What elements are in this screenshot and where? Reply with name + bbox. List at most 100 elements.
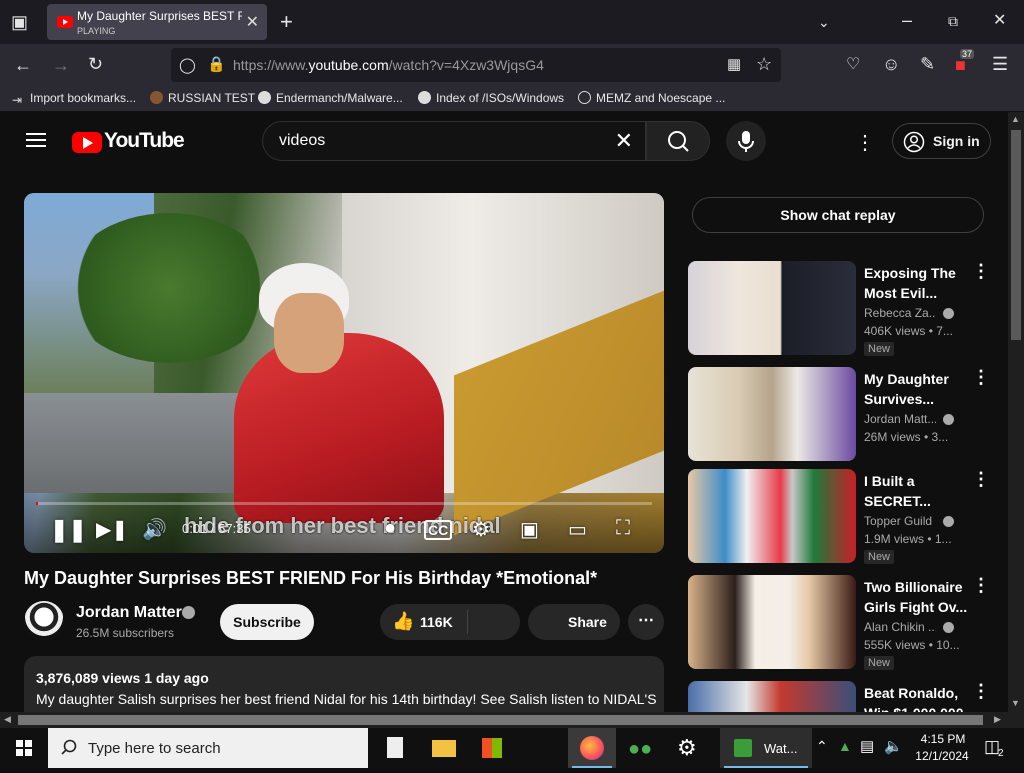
autoplay-toggle-icon[interactable]: ● (384, 517, 396, 540)
taskbar-app-people[interactable]: ●● (616, 728, 664, 768)
list-all-tabs-icon[interactable]: ⌄ (818, 12, 830, 32)
folder-icon (432, 740, 456, 757)
recommendation-item[interactable]: Exposing The Most Evil... Rebecca Za... … (688, 261, 990, 357)
like-count[interactable]: 116K (420, 614, 453, 630)
channel-name[interactable]: Jordan Matter (76, 604, 182, 622)
lock-icon[interactable]: 🔒 (207, 55, 226, 75)
search-input[interactable]: videos ✕ (262, 121, 646, 161)
taskbar-app-firefox[interactable] (568, 728, 616, 768)
taskbar-app-file-explorer[interactable] (420, 728, 468, 768)
new-badge: New (864, 342, 895, 356)
network-icon[interactable]: ▤ (860, 737, 874, 755)
pocket-icon[interactable]: ♡ (846, 55, 860, 75)
menu-hamburger-icon[interactable]: ☰ (992, 54, 1008, 74)
recommendation-title: My Daughter Survives... (864, 371, 949, 407)
scroll-down-icon[interactable]: ▼ (1011, 698, 1020, 708)
bookmark-endermanch[interactable]: Endermanch/Malware... (258, 91, 403, 105)
clear-search-icon[interactable]: ✕ (615, 128, 633, 154)
volume-icon[interactable]: 🔈 (884, 737, 903, 755)
horizontal-scroll-thumb[interactable] (18, 715, 983, 725)
reload-icon[interactable]: ↻ (88, 54, 103, 74)
youtube-logo-icon[interactable] (72, 132, 102, 153)
video-player[interactable]: hide from her best friend nidal ❚❚ ▶❚ 🔊 … (24, 193, 664, 553)
minimize-icon[interactable]: – (902, 10, 912, 30)
video-thumbnail[interactable] (688, 575, 856, 669)
guide-menu-icon[interactable] (26, 133, 46, 147)
taskbar-app-store[interactable] (468, 728, 516, 768)
settings-gear-icon[interactable]: ⚙ (472, 517, 490, 542)
clock-date[interactable]: 12/1/2024 (912, 749, 972, 763)
show-hidden-icons[interactable]: ⌃ (816, 738, 828, 755)
taskbar-app-notepad[interactable] (372, 728, 420, 768)
bookmark-russian-test[interactable]: RUSSIAN TEST (150, 91, 255, 105)
bookmark-import[interactable]: ⇥ Import bookmarks... (12, 91, 136, 107)
close-window-icon[interactable]: ✕ (993, 11, 1006, 31)
horizontal-scrollbar[interactable]: ◀ ▶ (0, 712, 1024, 728)
tab-list-icon[interactable]: ▣ (11, 12, 28, 32)
extensions-icon[interactable]: ✎ (920, 54, 935, 74)
scroll-right-icon[interactable]: ▶ (994, 714, 1001, 725)
pause-icon[interactable]: ❚❚ (50, 517, 87, 543)
tab-close-icon[interactable]: ✕ (246, 12, 259, 32)
reader-view-icon[interactable]: ▦ (727, 55, 741, 75)
bookmark-memz[interactable]: MEMZ and Noescape ... (578, 91, 725, 105)
clock-time[interactable]: 4:15 PM (918, 732, 968, 746)
item-menu-icon[interactable]: ⋮ (972, 261, 990, 282)
scroll-left-icon[interactable]: ◀ (4, 714, 11, 725)
voice-search-button[interactable] (726, 121, 766, 161)
like-icon[interactable]: 👍 (392, 611, 414, 632)
description-box[interactable]: 3,876,089 views 1 day ago My daughter Sa… (24, 656, 664, 712)
item-menu-icon[interactable]: ⋮ (972, 575, 990, 596)
back-icon[interactable]: ← (14, 55, 32, 75)
theater-mode-icon[interactable]: ▭ (568, 517, 587, 542)
sign-in-button[interactable]: Sign in (892, 123, 991, 159)
video-thumbnail[interactable] (688, 469, 856, 563)
like-dislike-group: 👍 116K 👎 (380, 604, 520, 640)
settings-more-icon[interactable]: ⋮ (855, 130, 875, 155)
forward-icon[interactable]: → (52, 55, 70, 75)
restore-icon[interactable]: ⧉ (948, 11, 958, 31)
video-thumbnail[interactable] (688, 261, 856, 355)
vertical-scroll-thumb[interactable] (1011, 130, 1021, 340)
channel-avatar[interactable] (24, 601, 64, 641)
bookmark-index-isos[interactable]: Index of /ISOs/Windows (418, 91, 564, 105)
video-thumbnail[interactable] (688, 681, 856, 712)
account-icon[interactable]: ☺ (882, 54, 900, 74)
import-icon: ⇥ (12, 93, 23, 107)
bookmark-star-icon[interactable]: ☆ (756, 54, 772, 74)
divider (467, 610, 468, 634)
item-menu-icon[interactable]: ⋮ (972, 469, 990, 490)
shield-icon[interactable]: ◯ (179, 56, 196, 76)
more-actions-icon[interactable]: ⋯ (628, 604, 664, 640)
youtube-logo-text[interactable]: YouTube (104, 129, 185, 153)
share-button[interactable]: ➦ Share (528, 604, 620, 640)
taskbar-app-settings[interactable]: ⚙ (664, 728, 712, 768)
taskbar-search-box[interactable]: Type here to search (48, 728, 368, 768)
settings-gear-icon: ⚙ (677, 735, 697, 760)
miniplayer-icon[interactable]: ▣ (520, 517, 539, 542)
next-icon[interactable]: ▶❚ (96, 517, 128, 542)
item-menu-icon[interactable]: ⋮ (972, 367, 990, 388)
start-button[interactable] (0, 728, 48, 768)
store-icon (482, 738, 502, 758)
item-menu-icon[interactable]: ⋮ (972, 681, 990, 702)
recommendation-item[interactable]: Beat Ronaldo, Win $1,000,000 ⋮ (688, 681, 990, 712)
scroll-up-icon[interactable]: ▲ (1011, 114, 1020, 124)
browser-tab-active[interactable]: My Daughter Surprises BEST FRIEND PLAYIN… (47, 4, 267, 40)
recommendation-item[interactable]: I Built a SECRET... Topper Guild 1.9M vi… (688, 469, 990, 565)
recommendation-item[interactable]: Two Billionaire Girls Fight Ov... Alan C… (688, 575, 990, 671)
show-chat-replay-button[interactable]: Show chat replay (692, 197, 984, 233)
new-tab-icon[interactable]: + (280, 11, 293, 33)
favicon-icon (150, 91, 163, 104)
search-button[interactable] (646, 121, 710, 161)
subtitles-cc-icon[interactable]: CC (424, 520, 453, 540)
vertical-scrollbar[interactable]: ▲ ▼ (1008, 112, 1024, 712)
fullscreen-icon[interactable]: ⛶ (616, 517, 630, 540)
recommendation-item[interactable]: My Daughter Survives... Jordan Matt... 2… (688, 367, 990, 463)
address-bar[interactable]: ◯ 🔒 https://www.youtube.com/watch?v=4Xzw… (171, 48, 781, 82)
tray-app-icon[interactable]: ▲ (838, 738, 852, 754)
volume-icon[interactable]: 🔊 (142, 517, 167, 542)
subscribe-button[interactable]: Subscribe (220, 604, 314, 640)
video-thumbnail[interactable] (688, 367, 856, 461)
progress-bar[interactable] (36, 502, 652, 505)
